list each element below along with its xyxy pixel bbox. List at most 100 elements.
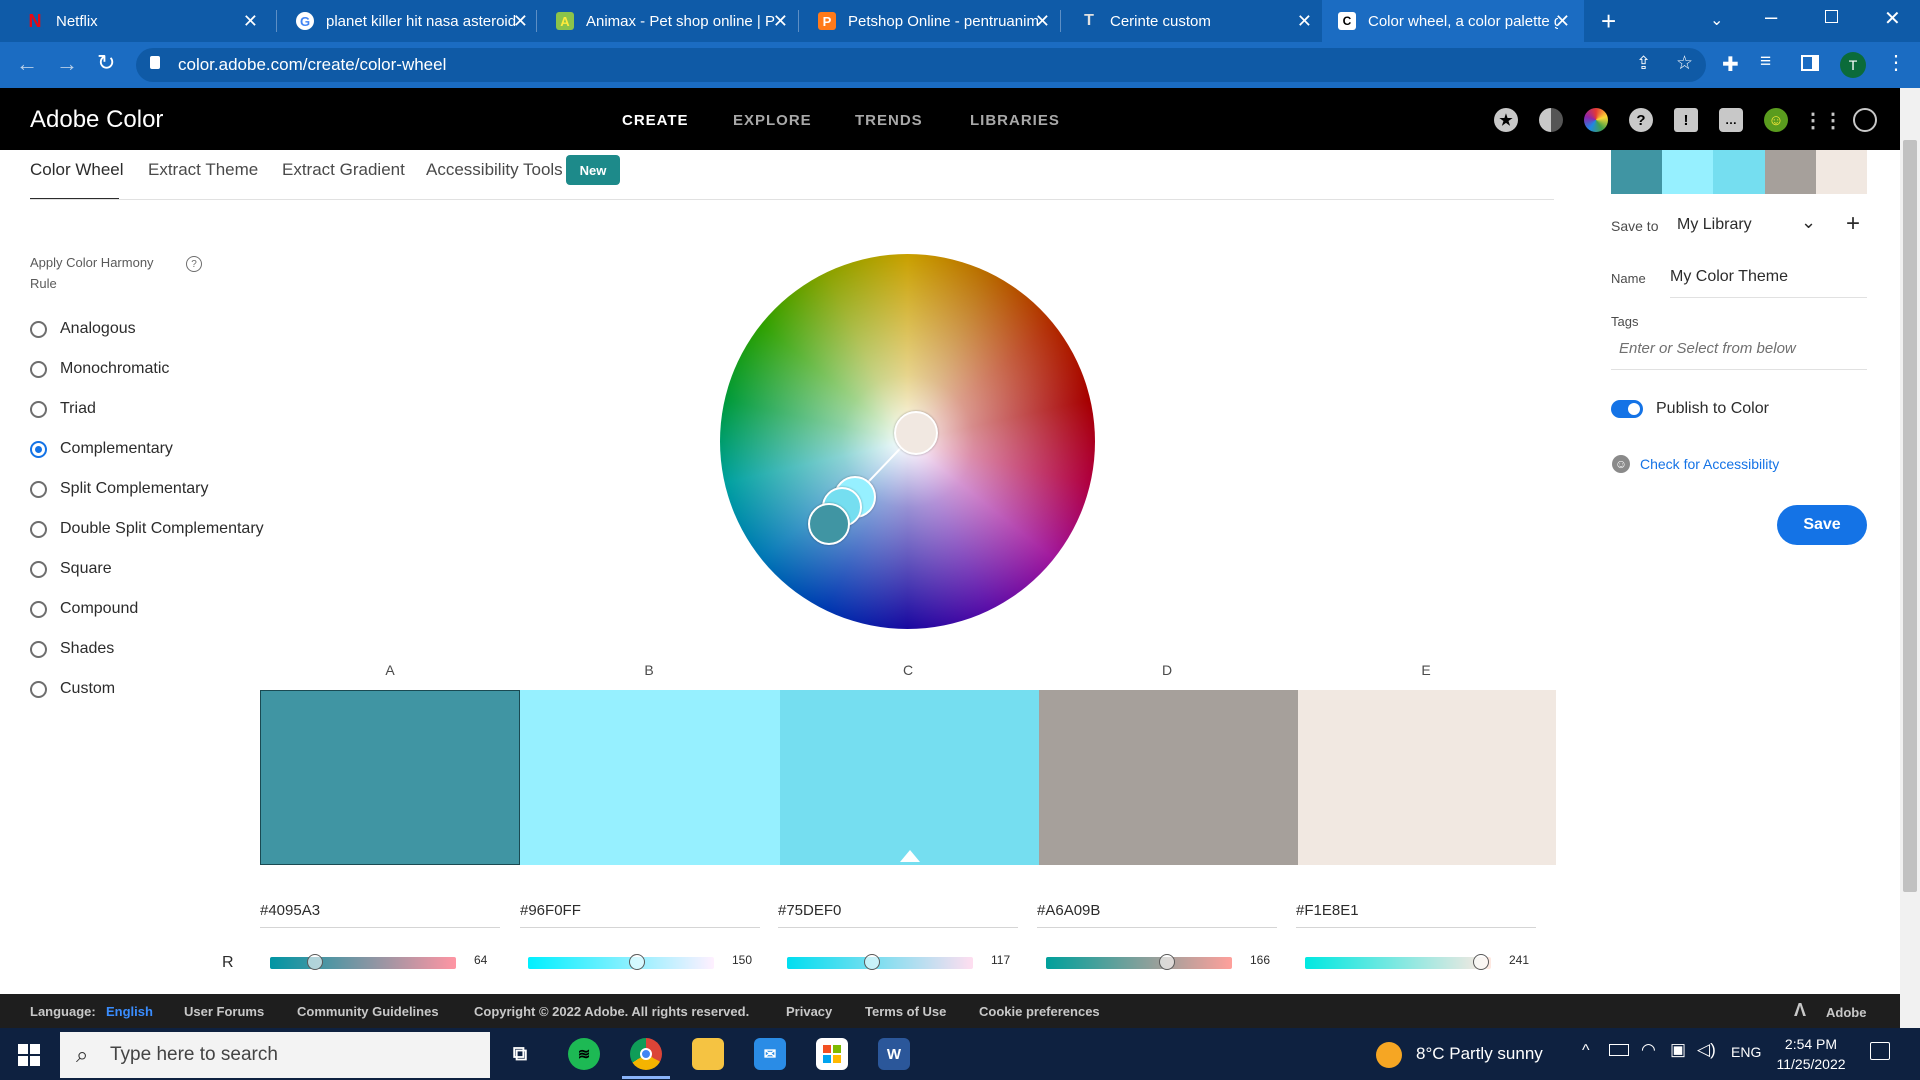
swatch-c[interactable]: [780, 690, 1039, 865]
r-slider-d[interactable]: [1046, 954, 1232, 970]
star-icon[interactable]: ★: [1494, 108, 1518, 132]
swatch-e[interactable]: [1298, 690, 1556, 865]
footer-link-privacy[interactable]: Privacy: [786, 1004, 832, 1019]
r-slider-e[interactable]: [1305, 954, 1491, 970]
r-value-e[interactable]: 241: [1509, 953, 1529, 967]
radio-button[interactable]: [30, 600, 47, 618]
profile-avatar[interactable]: T: [1840, 52, 1866, 78]
chevron-up-icon[interactable]: ^: [1582, 1042, 1590, 1060]
close-icon[interactable]: ✕: [243, 11, 258, 32]
side-panel-icon[interactable]: [1801, 55, 1819, 71]
radio-button[interactable]: [30, 360, 47, 378]
help-icon[interactable]: ?: [1629, 108, 1653, 132]
task-view-icon[interactable]: ⧉: [504, 1038, 536, 1070]
volume-icon[interactable]: ◁): [1697, 1040, 1716, 1060]
swatch-b[interactable]: [520, 690, 780, 865]
clock[interactable]: 2:54 PM 11/25/2022: [1776, 1034, 1846, 1074]
battery-icon[interactable]: [1609, 1044, 1629, 1056]
browser-tab-petshop[interactable]: P Petshop Online - pentruanimal ✕: [802, 0, 1064, 42]
language-indicator[interactable]: ENG: [1731, 1044, 1761, 1060]
minimize-icon[interactable]: –: [1765, 4, 1777, 30]
color-wheel-icon[interactable]: [1584, 108, 1608, 132]
file-explorer-icon[interactable]: [692, 1038, 724, 1070]
tab-extract-theme[interactable]: Extract Theme: [148, 160, 258, 180]
tags-input[interactable]: Enter or Select from below: [1611, 340, 1867, 370]
footer-link-cookie-preferences[interactable]: Cookie preferences: [979, 1004, 1100, 1019]
restore-icon[interactable]: [1825, 10, 1838, 23]
footer-link-terms[interactable]: Terms of Use: [865, 1004, 946, 1019]
harmony-rule-analogous[interactable]: Analogous: [30, 320, 136, 338]
r-slider-b[interactable]: [528, 954, 714, 970]
scrollbar-thumb[interactable]: [1903, 140, 1917, 892]
radio-button[interactable]: [30, 520, 47, 538]
r-value-a[interactable]: 64: [474, 953, 487, 967]
r-slider-c[interactable]: [787, 954, 973, 970]
user-avatar-icon[interactable]: ☺: [1764, 108, 1788, 132]
bookmark-star-icon[interactable]: ☆: [1676, 52, 1693, 75]
hex-input-d[interactable]: #A6A09B: [1037, 902, 1277, 928]
windows-start-icon[interactable]: [18, 1044, 40, 1066]
harmony-rule-double-split-complementary[interactable]: Double Split Complementary: [30, 520, 264, 538]
apps-grid-icon[interactable]: ⋮⋮: [1803, 108, 1843, 132]
close-icon[interactable]: ✕: [1297, 11, 1312, 32]
r-slider-a[interactable]: [270, 954, 456, 970]
browser-tab-cerinte[interactable]: T Cerinte custom ✕: [1064, 0, 1326, 42]
harmony-rule-split-complementary[interactable]: Split Complementary: [30, 480, 209, 498]
slider-handle[interactable]: [1473, 954, 1489, 970]
slider-handle[interactable]: [864, 954, 880, 970]
store-icon[interactable]: [816, 1038, 848, 1070]
extensions-icon[interactable]: ✚: [1722, 52, 1739, 77]
weather-text[interactable]: 8°C Partly sunny: [1416, 1044, 1543, 1064]
swatch-d[interactable]: [1039, 690, 1298, 865]
weather-icon[interactable]: [1376, 1042, 1402, 1068]
tab-extract-gradient[interactable]: Extract Gradient: [282, 160, 405, 180]
harmony-rule-custom[interactable]: Custom: [30, 680, 115, 698]
reload-icon[interactable]: ↻: [97, 50, 115, 76]
browser-tab-adobe-color[interactable]: C Color wheel, a color palette g ✕: [1322, 0, 1584, 42]
close-icon[interactable]: ✕: [513, 11, 528, 32]
share-icon[interactable]: ⇪: [1636, 53, 1651, 74]
hex-input-b[interactable]: #96F0FF: [520, 902, 760, 928]
url-box[interactable]: color.adobe.com/create/color-wheel ⇪ ☆: [136, 48, 1706, 82]
footer-link-user-forums[interactable]: User Forums: [184, 1004, 264, 1019]
adobe-footer-label[interactable]: Adobe: [1826, 1005, 1866, 1020]
nav-libraries[interactable]: LIBRARIES: [970, 112, 1060, 129]
close-icon[interactable]: ✕: [1035, 11, 1050, 32]
new-tab-icon[interactable]: +: [1601, 6, 1616, 37]
harmony-rule-compound[interactable]: Compound: [30, 600, 138, 618]
contrast-icon[interactable]: [1539, 108, 1563, 132]
mail-icon[interactable]: ✉: [754, 1038, 786, 1070]
media-icon[interactable]: ≡: [1760, 51, 1771, 73]
slider-handle[interactable]: [629, 954, 645, 970]
hex-input-a[interactable]: #4095A3: [260, 902, 500, 928]
wifi-icon[interactable]: ◠: [1641, 1040, 1656, 1060]
swatch-a[interactable]: [260, 690, 520, 865]
tab-color-wheel[interactable]: Color Wheel: [30, 160, 124, 180]
tab-accessibility-tools[interactable]: Accessibility Tools: [426, 160, 563, 180]
radio-button[interactable]: [30, 480, 47, 498]
forward-icon[interactable]: →: [56, 51, 78, 77]
hex-input-e[interactable]: #F1E8E1: [1296, 902, 1536, 928]
creative-cloud-icon[interactable]: [1853, 108, 1877, 132]
radio-button[interactable]: [30, 640, 47, 658]
notification-icon[interactable]: [1870, 1042, 1890, 1060]
add-library-icon[interactable]: +: [1846, 210, 1860, 238]
harmony-rule-triad[interactable]: Triad: [30, 400, 96, 418]
radio-button[interactable]: [30, 400, 47, 418]
help-circle-icon[interactable]: ?: [186, 256, 202, 272]
publish-toggle[interactable]: [1611, 400, 1643, 418]
harmony-rule-square[interactable]: Square: [30, 560, 112, 578]
harmony-rule-monochromatic[interactable]: Monochromatic: [30, 360, 169, 378]
chat-icon[interactable]: …: [1719, 108, 1743, 132]
radio-button-selected[interactable]: [30, 440, 47, 458]
network-icon[interactable]: ▣: [1670, 1040, 1686, 1060]
close-icon[interactable]: ✕: [773, 11, 788, 32]
r-value-b[interactable]: 150: [732, 953, 752, 967]
back-icon[interactable]: ←: [16, 51, 38, 77]
spotify-icon[interactable]: ≋: [568, 1038, 600, 1070]
window-close-icon[interactable]: ✕: [1884, 6, 1901, 31]
theme-name-input[interactable]: My Color Theme: [1670, 268, 1867, 298]
radio-button[interactable]: [30, 680, 47, 698]
alert-icon[interactable]: !: [1674, 108, 1698, 132]
url-text[interactable]: color.adobe.com/create/color-wheel: [178, 55, 446, 75]
